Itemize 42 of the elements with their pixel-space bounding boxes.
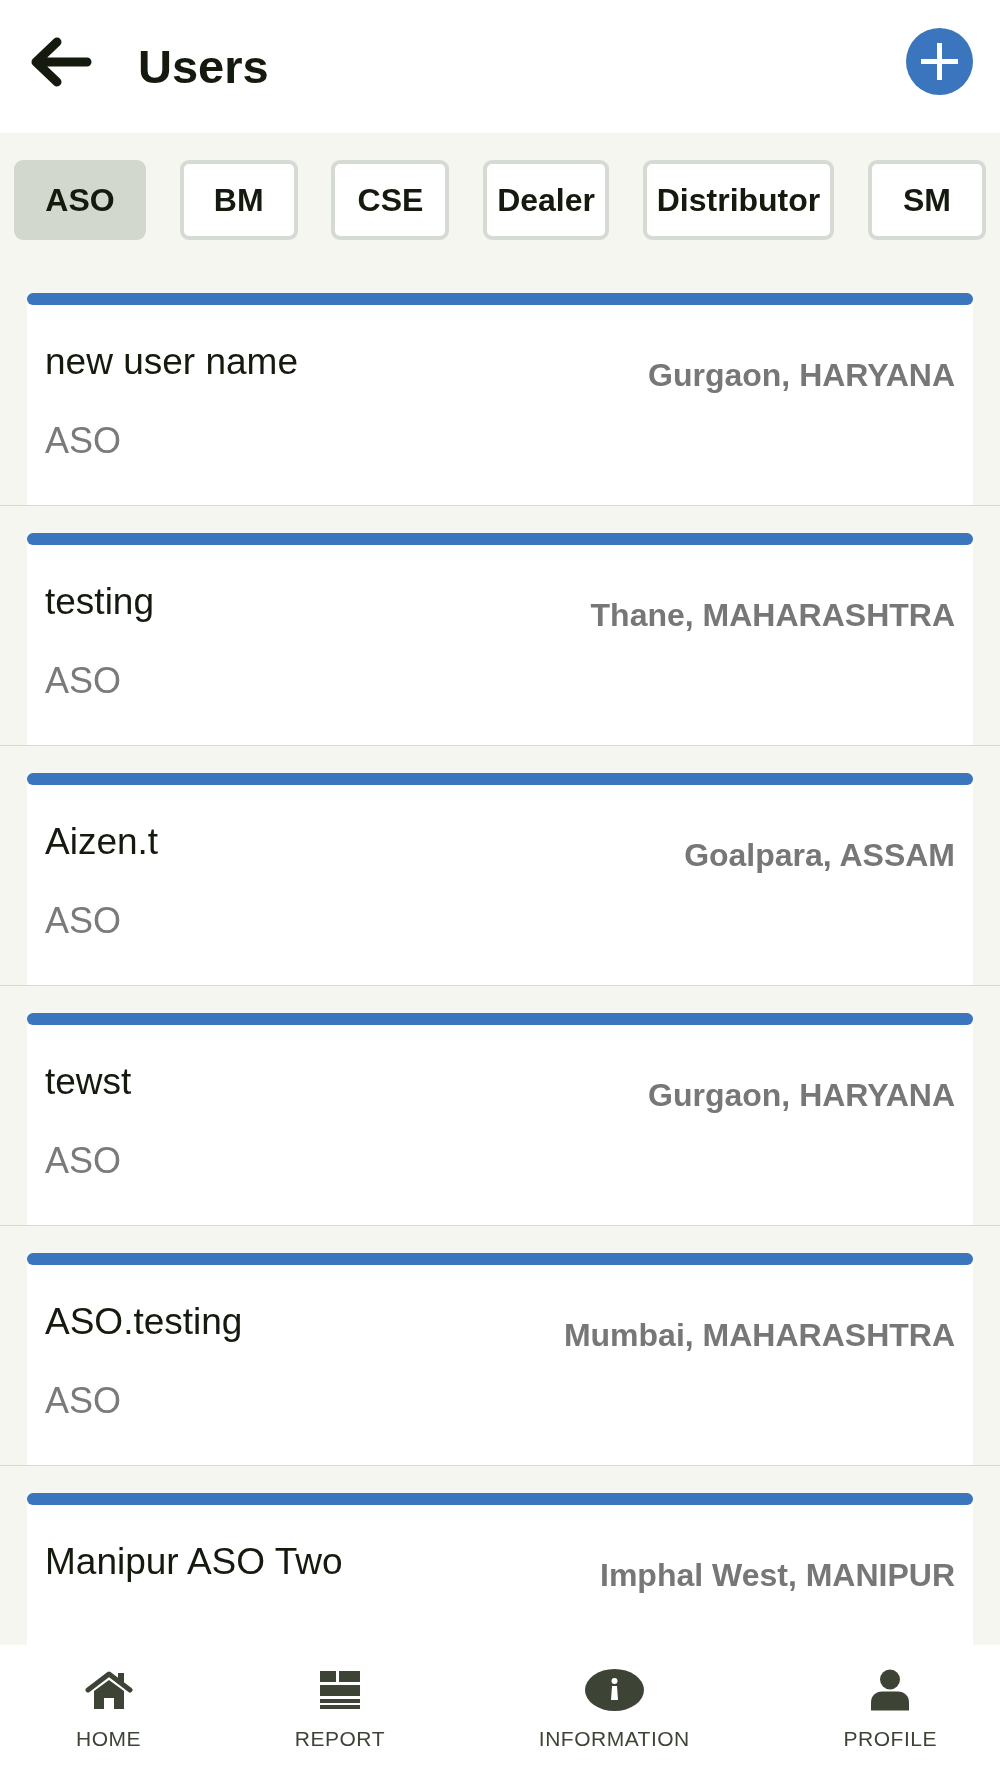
user-role: ASO [45,659,122,703]
nav-button[interactable]: REPORT [294,1645,385,1751]
role-tab[interactable]: CSE [331,160,450,240]
nav-button[interactable]: INFORMATION [538,1645,690,1751]
user-name: tewst [45,1061,132,1103]
user-role: ASO [45,1139,122,1183]
user-role: ASO [45,1379,122,1423]
user-card[interactable]: Aizen.t ASO Goalpara, ASSAM [27,773,973,985]
person-icon [871,1669,910,1711]
add-button[interactable] [906,28,973,95]
back-button[interactable] [30,36,92,87]
user-card[interactable]: ASO.testing ASO Mumbai, MAHARASHTRA [27,1253,973,1465]
user-location: Imphal West, MANIPUR [600,1556,955,1594]
user-location: Thane, MAHARASHTRA [590,596,955,634]
user-location: Gurgaon, HARYANA [648,356,955,394]
user-name: ASO.testing [45,1301,243,1343]
grid-list-icon [319,1669,360,1711]
page-title: Users [138,39,269,94]
user-location: Gurgaon, HARYANA [648,1076,955,1114]
role-tab[interactable]: SM [868,160,986,240]
user-name: Manipur ASO Two [45,1541,343,1583]
user-card[interactable]: Manipur ASO Two Imphal West, MANIPUR [27,1493,973,1645]
back-arrow-icon [30,36,92,87]
plus-icon [906,28,973,95]
role-tab[interactable]: ASO [14,160,146,240]
user-card[interactable]: testing ASO Thane, MAHARASHTRA [27,533,973,745]
user-location: Mumbai, MAHARASHTRA [563,1316,955,1354]
user-name: testing [45,581,154,623]
home-icon [84,1669,133,1711]
role-tab[interactable]: Dealer [483,160,609,240]
user-location: Goalpara, ASSAM [684,836,955,874]
nav-button[interactable]: PROFILE [843,1645,937,1751]
user-name: Aizen.t [45,821,159,863]
role-tab[interactable]: Distributor [642,160,835,240]
user-card[interactable]: new user name ASO Gurgaon, HARYANA [27,293,973,505]
user-card[interactable]: tewst ASO Gurgaon, HARYANA [27,1013,973,1225]
user-role: ASO [45,419,122,463]
user-name: new user name [45,341,298,383]
role-tab[interactable]: BM [179,160,298,240]
nav-button[interactable]: HOME [76,1645,141,1751]
user-role: ASO [45,899,122,943]
info-icon [584,1669,644,1711]
